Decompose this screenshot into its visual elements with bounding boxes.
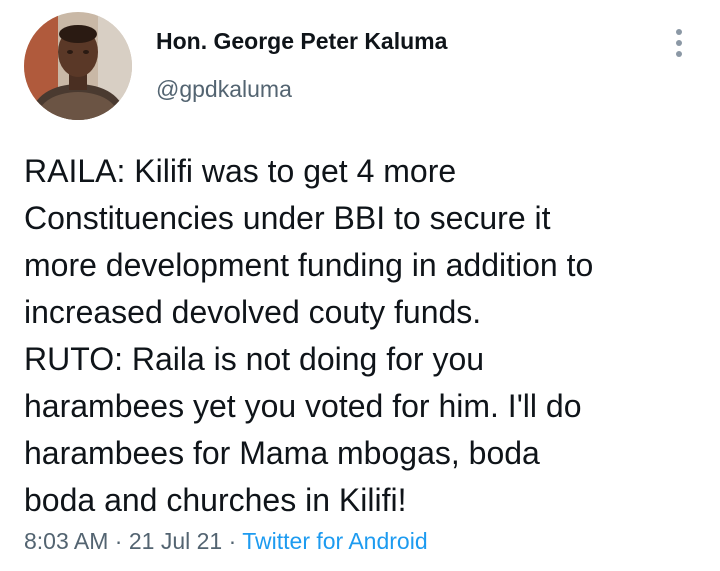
tweet-line: increased devolved couty funds. bbox=[24, 294, 482, 330]
avatar[interactable] bbox=[24, 12, 132, 120]
meta-separator: · bbox=[114, 528, 123, 554]
tweet-date[interactable]: 21 Jul 21 bbox=[129, 528, 222, 554]
profile-photo-avatar bbox=[24, 12, 132, 120]
meta-separator: · bbox=[228, 528, 237, 554]
tweet-meta: 8:03 AM · 21 Jul 21 · Twitter for Androi… bbox=[24, 528, 428, 555]
tweet-source-link[interactable]: Twitter for Android bbox=[242, 528, 427, 554]
tweet-line: RAILA: Kilifi was to get 4 more bbox=[24, 153, 457, 189]
tweet-line: RUTO: Raila is not doing for you bbox=[24, 341, 485, 377]
more-vertical-icon[interactable] bbox=[664, 26, 694, 60]
author-display-name[interactable]: Hon. George Peter Kaluma bbox=[156, 28, 447, 55]
tweet-time[interactable]: 8:03 AM bbox=[24, 528, 108, 554]
tweet-line: more development funding in addition to bbox=[24, 247, 594, 283]
tweet-text: RAILA: Kilifi was to get 4 more Constitu… bbox=[24, 148, 704, 524]
tweet-line: boda and churches in Kilifi! bbox=[24, 482, 407, 518]
author-handle[interactable]: @gpdkaluma bbox=[156, 76, 292, 103]
tweet-line: harambees yet you voted for him. I'll do bbox=[24, 388, 582, 424]
tweet-line: harambees for Mama mbogas, boda bbox=[24, 435, 540, 471]
tweet-line: Constituencies under BBI to secure it bbox=[24, 200, 551, 236]
